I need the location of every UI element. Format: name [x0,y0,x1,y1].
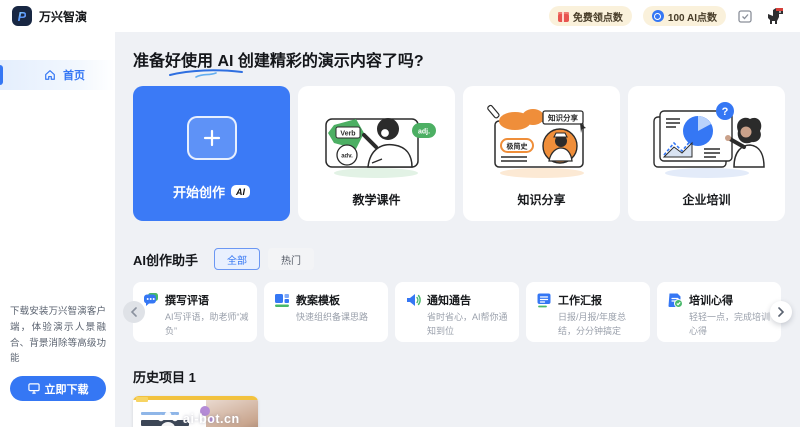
ai-points-label: 100 AI点数 [668,9,717,24]
ai-badge: AI [231,185,250,198]
brand: P 万兴智演 [12,6,87,26]
home-icon [44,69,56,81]
assistant-card-comments[interactable]: 撰写评语 AI写评语，助老师“减负” [133,282,257,342]
plus-icon [187,116,237,160]
assistant-tabs: 全部 热门 [214,248,314,270]
svg-text:极简史: 极简史 [506,142,528,151]
free-points-button[interactable]: 免费领点数 [549,6,632,26]
history-title: 历史项目 1 [133,367,787,386]
svg-text:?: ? [721,106,728,118]
scenario-card-corporate[interactable]: ? 企业培训 [628,86,785,221]
assistant-card-notice[interactable]: 通知通告 省时省心，AI帮你通知到位 [395,282,519,342]
report-icon [536,292,552,308]
scenario-label: 教学课件 [352,191,400,208]
template-grid-icon [274,292,290,308]
svg-text:知识分享: 知识分享 [548,113,578,123]
download-button[interactable]: 立即下载 [10,376,106,401]
ai-points-button[interactable]: 100 AI点数 [643,6,726,26]
sidebar-item-label: 首页 [63,67,85,83]
assistant-card-lesson-template[interactable]: 教案模板 快速组织备课思路 [264,282,388,342]
tab-all[interactable]: 全部 [214,248,260,270]
start-create-card[interactable]: 开始创作 AI [133,86,290,221]
assistant-card-training-notes[interactable]: 培训心得 轻轻一点，完成培训心得 [657,282,781,342]
scenario-card-knowledge[interactable]: 知识分享 极简史 知识分享 [463,86,620,221]
page-title: 准备好使用 AI 创建精彩的演示内容了吗? [133,47,424,71]
svg-text:adv.: adv. [341,154,353,160]
carousel-prev-button[interactable] [123,301,145,323]
chat-bubbles-icon [143,292,159,308]
user-avatar[interactable] [764,5,786,27]
scenario-card-teaching[interactable]: Verb adv. adj. 教学课件 [298,86,455,221]
corporate-illustration: ? [646,99,768,181]
monitor-icon [28,383,40,394]
teaching-illustration: Verb adv. adj. [316,99,438,181]
scenario-label: 知识分享 [517,191,565,208]
carousel-next-button[interactable] [770,301,792,323]
assistant-card-work-report[interactable]: 工作汇报 日报/月报/年度总结，分分钟搞定 [526,282,650,342]
download-label: 立即下载 [45,381,89,397]
start-create-label: 开始创作 [173,182,225,201]
ai-coin-icon [652,10,664,22]
source-watermark: ai-bot.cn AI工具集 ✦ [133,396,258,427]
app-logo-icon: P [12,6,32,26]
app-name: 万兴智演 [39,8,87,25]
assistant-header: AI创作助手 全部 热门 [133,248,787,270]
top-bar: P 万兴智演 免费领点数 100 AI点数 [0,0,800,32]
assistant-title: AI创作助手 [133,250,198,269]
scenario-cards: 开始创作 AI Verb adv. [133,86,787,221]
svg-text:adj.: adj. [417,129,429,136]
history-project-thumbnail[interactable]: ai-bot.cn AI工具集 ✦ [133,396,258,427]
promo-text: 下载安装万兴智演客户端，体验演示人景融合、背景消除等高级功能 [10,304,106,367]
download-promo: 下载安装万兴智演客户端，体验演示人景融合、背景消除等高级功能 立即下载 [10,304,106,401]
knowledge-illustration: 知识分享 极简史 [481,99,603,181]
sidebar: 首页 下载安装万兴智演客户端，体验演示人景融合、背景消除等高级功能 立即下载 [0,32,115,427]
svg-text:Verb: Verb [340,131,355,138]
sidebar-item-home[interactable]: 首页 [0,60,115,90]
megaphone-icon [405,292,421,308]
doc-check-icon [667,292,683,308]
gift-icon [558,11,569,22]
main-content: 准备好使用 AI 创建精彩的演示内容了吗? 开始创作 AI [115,32,800,427]
assistant-carousel: 撰写评语 AI写评语，助老师“减负” 教案模板 快速组织备课思路 [133,282,787,342]
tab-hot[interactable]: 热门 [268,248,314,270]
header-actions: 免费领点数 100 AI点数 [549,5,786,27]
scenario-label: 企业培训 [682,191,730,208]
feedback-icon[interactable] [737,8,753,24]
free-points-label: 免费领点数 [573,9,623,24]
